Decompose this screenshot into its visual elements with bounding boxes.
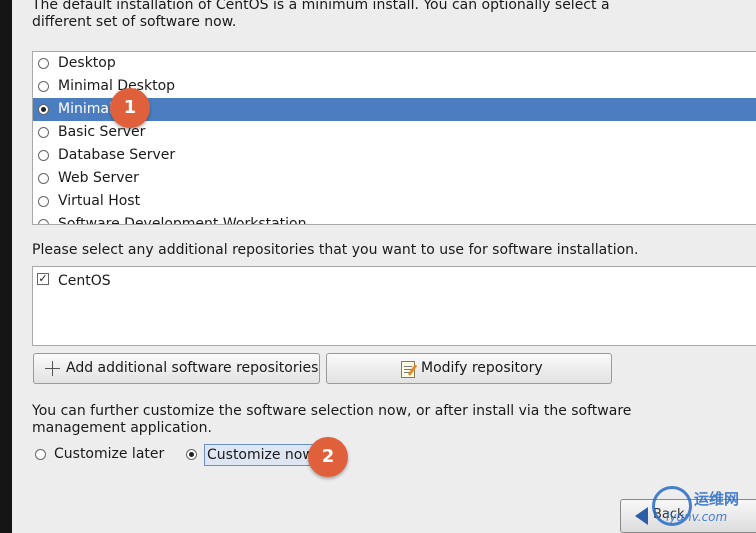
watermark-brand: 运维网 — [694, 490, 740, 508]
plus-icon — [45, 361, 60, 376]
list-item-label: Web Server — [58, 170, 139, 186]
add-repository-label: Add additional software repositories — [66, 360, 319, 376]
customize-later-label: Customize later — [54, 446, 165, 462]
customize-now-label: Customize now — [204, 444, 317, 466]
radio-icon[interactable] — [38, 81, 49, 92]
step-2-badge: 2 — [308, 437, 348, 477]
radio-icon[interactable] — [38, 219, 49, 224]
list-item-label: Software Development Workstation — [58, 216, 307, 225]
modify-repository-label: Modify repository — [421, 360, 543, 376]
radio-icon[interactable] — [38, 58, 49, 69]
intro-text: The default installation of CentOS is a … — [32, 0, 610, 30]
edit-icon — [401, 361, 415, 378]
software-set-basic-server[interactable]: Basic Server — [33, 121, 756, 144]
add-repository-button[interactable]: Add additional software repositories — [33, 353, 320, 384]
arrow-left-icon — [635, 507, 648, 525]
software-set-dev-workstation[interactable]: Software Development Workstation — [33, 213, 756, 225]
list-item-label: Desktop — [58, 55, 116, 71]
software-set-virtual-host[interactable]: Virtual Host — [33, 190, 756, 213]
software-set-database-server[interactable]: Database Server — [33, 144, 756, 167]
radio-icon[interactable] — [35, 449, 46, 460]
software-set-list[interactable]: Desktop Minimal Desktop Minimal Basic Se… — [32, 51, 756, 225]
radio-icon[interactable] — [38, 127, 49, 138]
software-set-web-server[interactable]: Web Server — [33, 167, 756, 190]
step-1-badge: 1 — [110, 88, 150, 128]
window-left-edge — [0, 0, 12, 533]
repository-centos[interactable]: ✓ CentOS — [33, 267, 756, 290]
radio-checked-icon[interactable] — [186, 449, 197, 460]
repository-list[interactable]: ✓ CentOS — [32, 266, 756, 346]
radio-icon[interactable] — [38, 196, 49, 207]
radio-icon[interactable] — [38, 150, 49, 161]
customize-note: You can further customize the software s… — [32, 403, 632, 436]
watermark-site: iyunv.com — [666, 510, 728, 524]
list-item-label: Minimal — [58, 101, 113, 117]
repo-prompt: Please select any additional repositorie… — [32, 242, 639, 258]
checkbox-checked-icon[interactable]: ✓ — [37, 273, 49, 285]
software-set-desktop[interactable]: Desktop — [33, 52, 756, 75]
site-watermark: 运维网 iyunv.com — [652, 484, 756, 533]
repository-label: CentOS — [58, 273, 111, 289]
radio-icon[interactable] — [38, 173, 49, 184]
list-item-label: Database Server — [58, 147, 176, 163]
radio-checked-icon[interactable] — [38, 104, 49, 115]
modify-repository-button[interactable]: Modify repository — [326, 353, 612, 384]
list-item-label: Virtual Host — [58, 193, 141, 209]
